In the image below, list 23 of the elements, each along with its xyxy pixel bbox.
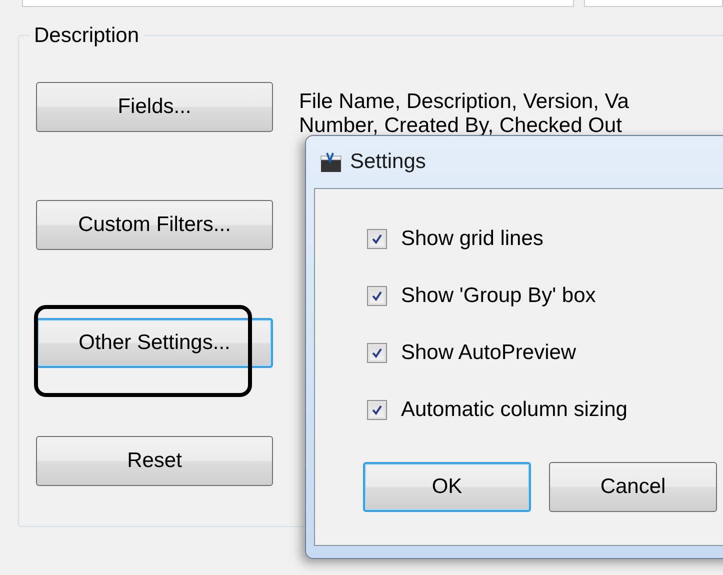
checkbox[interactable] — [367, 343, 387, 363]
checkmark-icon — [371, 233, 383, 245]
dialog-button[interactable]: Fields... — [36, 82, 273, 132]
checkbox[interactable] — [367, 229, 387, 249]
fields-list-text: Number, Created By, Checked Out — [299, 114, 623, 138]
checkmark-icon — [371, 290, 383, 302]
dialog-button[interactable]: Custom Filters... — [36, 200, 273, 250]
app-icon — [320, 151, 342, 173]
checkbox[interactable] — [367, 400, 387, 420]
cancel-button[interactable]: Cancel — [549, 462, 717, 512]
checkbox-label: Show 'Group By' box — [401, 284, 596, 308]
dialog-button[interactable]: Reset — [36, 436, 273, 486]
dialog-button[interactable]: Other Settings... — [36, 318, 273, 368]
checkbox[interactable] — [367, 286, 387, 306]
checkmark-icon — [371, 404, 383, 416]
group-title: Description — [29, 24, 144, 48]
checkbox-label: Automatic column sizing — [401, 398, 628, 422]
checkbox-label: Show AutoPreview — [401, 341, 576, 365]
checkmark-icon — [371, 347, 383, 359]
ok-button[interactable]: OK — [363, 462, 531, 512]
checkbox-label: Show grid lines — [401, 227, 544, 251]
dialog-title: Settings — [350, 150, 426, 174]
fields-list-text: File Name, Description, Version, Va — [299, 90, 629, 114]
